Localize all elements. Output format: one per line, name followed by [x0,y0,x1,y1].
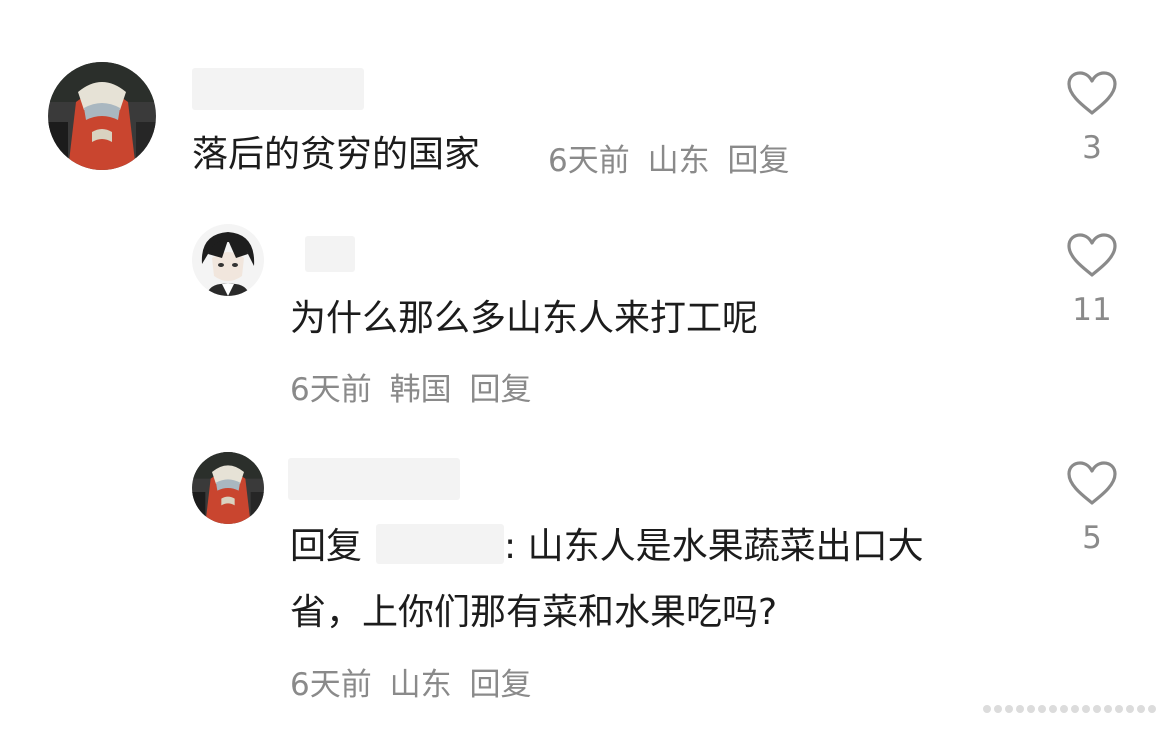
reply-button[interactable]: 回复 [469,372,531,408]
reply-button[interactable]: 回复 [727,143,789,179]
username-redacted-3[interactable] [288,458,460,500]
like-button-1[interactable]: 3 [1052,70,1132,166]
avatar-comment-3[interactable] [192,452,264,524]
comment-meta-3: 6天前 山东 回复 [290,659,531,704]
like-button-3[interactable]: 5 [1052,460,1132,556]
avatar-comment-1[interactable] [48,62,156,170]
comment-location: 山东 [647,143,710,179]
like-count: 3 [1082,130,1102,166]
username-redacted-1[interactable] [192,68,364,110]
comment-time: 6天前 [290,372,372,408]
reply-button[interactable]: 回复 [469,667,531,703]
heart-outline-icon [1067,71,1117,115]
like-button-2[interactable]: 11 [1052,232,1132,328]
comment-location: 山东 [389,667,452,703]
reply-prefix: 回复 [290,526,363,567]
comment-text-3-part1: : 山东人是水果蔬菜出口大 [504,526,924,567]
comment-text-2: 为什么那么多山东人来打工呢 [290,298,759,339]
comment-text-3-line1: 回复 : 山东人是水果蔬菜出口大 [290,518,924,576]
comment-meta-1: 6天前 山东 回复 [548,135,789,180]
comment-text-3-line2: 省，上你们那有菜和水果吃吗? [290,592,778,633]
comment-location: 韩国 [389,372,452,408]
mentioned-username-redacted[interactable] [376,524,505,564]
avatar-comment-2[interactable] [192,224,264,296]
comment-time: 6天前 [290,667,372,703]
username-redacted-2[interactable] [305,236,355,272]
watermark [983,705,1156,713]
like-count: 5 [1082,520,1102,556]
comment-meta-2: 6天前 韩国 回复 [290,364,531,409]
comment-text-1: 落后的贫穷的国家 [192,134,481,175]
heart-outline-icon [1067,461,1117,505]
like-count: 11 [1072,292,1112,328]
comment-time: 6天前 [548,143,630,179]
heart-outline-icon [1067,233,1117,277]
